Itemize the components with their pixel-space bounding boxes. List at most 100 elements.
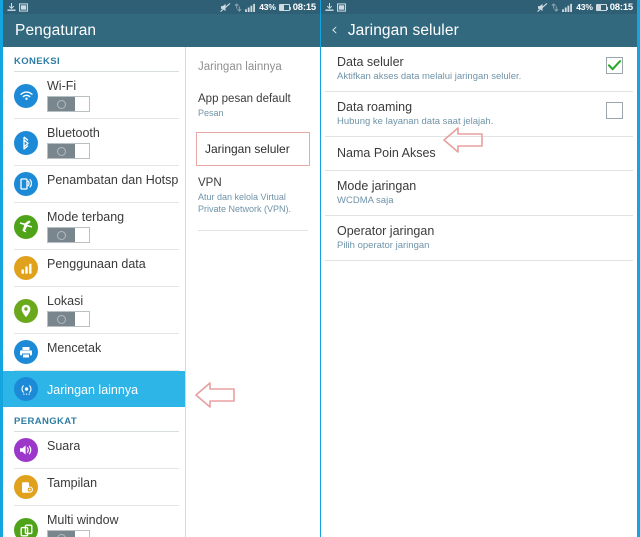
status-bar-left: 43% 08:15 bbox=[3, 0, 320, 14]
status-bar-left-icons bbox=[325, 2, 346, 12]
sidebar-item-sound[interactable]: Suara bbox=[14, 432, 179, 469]
row-title: Data seluler bbox=[337, 55, 404, 69]
detail-row-title: VPN bbox=[198, 177, 222, 189]
battery-percent-label: 43% bbox=[259, 2, 276, 12]
sidebar-item-multi-window[interactable]: Multi window bbox=[14, 506, 179, 537]
detail-divider bbox=[198, 230, 308, 231]
tethering-hotspot-icon bbox=[14, 172, 38, 196]
detail-row-subtitle: Pesan bbox=[198, 108, 224, 118]
row-data-seluler[interactable]: Data seluler Aktifkan akses data melalui… bbox=[325, 47, 633, 92]
screenshot-icon bbox=[337, 2, 346, 12]
bluetooth-toggle[interactable] bbox=[47, 143, 90, 159]
red-arrow-left-annotation bbox=[195, 382, 235, 408]
sidebar-item-printing[interactable]: Mencetak bbox=[14, 334, 179, 371]
toggle-knob bbox=[48, 531, 75, 537]
sidebar-item-data-usage[interactable]: Penggunaan data bbox=[14, 250, 179, 287]
app-bar-settings: Pengaturan bbox=[3, 14, 320, 47]
row-title: Nama Poin Akses bbox=[337, 146, 436, 160]
settings-body: KONEKSI Wi-Fi Bluetooth Penambatan dan H… bbox=[3, 47, 320, 537]
sync-icon bbox=[551, 2, 559, 12]
sidebar-item-tethering[interactable]: Penambatan dan Hotsp.. bbox=[14, 166, 179, 203]
airplane-mode-toggle[interactable] bbox=[47, 227, 90, 243]
sound-icon bbox=[14, 438, 38, 462]
wifi-icon bbox=[14, 84, 38, 108]
sidebar-item-label: Wi-Fi bbox=[47, 79, 77, 93]
back-chevron-icon[interactable]: ‹ bbox=[331, 22, 338, 39]
detail-row-app-pesan-default[interactable]: App pesan default Pesan bbox=[196, 82, 310, 128]
sidebar-item-jaringan-lainnya[interactable]: Jaringan lainnya bbox=[3, 371, 185, 407]
sidebar-item-display[interactable]: Tampilan bbox=[14, 469, 179, 506]
battery-percent-label: 43% bbox=[576, 2, 593, 12]
data-roaming-checkbox[interactable] bbox=[606, 102, 623, 119]
toggle-knob bbox=[48, 97, 75, 111]
wifi-toggle[interactable] bbox=[47, 96, 90, 112]
mute-icon bbox=[220, 2, 231, 12]
status-bar-right-icons: 43% 08:15 bbox=[537, 0, 633, 14]
display-icon bbox=[14, 475, 38, 499]
section-header-perangkat: PERANGKAT bbox=[14, 407, 179, 432]
row-subtitle: Aktifkan akses data melalui jaringan sel… bbox=[337, 71, 522, 82]
multi-window-icon bbox=[14, 518, 38, 537]
sidebar-item-wifi[interactable]: Wi-Fi bbox=[14, 72, 179, 119]
mute-icon bbox=[537, 2, 548, 12]
location-pin-icon bbox=[14, 299, 38, 323]
detail-row-subtitle: Atur dan kelola Virtual Private Network … bbox=[198, 192, 292, 214]
sidebar-item-label: Multi window bbox=[47, 513, 119, 527]
row-mode-jaringan[interactable]: Mode jaringan WCDMA saja bbox=[325, 171, 633, 216]
row-operator-jaringan[interactable]: Operator jaringan Pilih operator jaringa… bbox=[325, 216, 633, 261]
more-networks-icon bbox=[14, 377, 38, 401]
sidebar-item-label: Mencetak bbox=[47, 341, 102, 355]
toggle-knob bbox=[48, 312, 75, 326]
sidebar-item-label: Lokasi bbox=[47, 294, 84, 308]
row-text: Operator jaringan Pilih operator jaringa… bbox=[337, 224, 623, 252]
other-networks-detail-pane: Jaringan lainnya App pesan default Pesan… bbox=[185, 47, 320, 537]
download-icon bbox=[7, 2, 16, 11]
row-text: Data seluler Aktifkan akses data melalui… bbox=[337, 55, 606, 83]
row-subtitle: Hubung ke layanan data saat jelajah. bbox=[337, 116, 494, 127]
signal-icon bbox=[245, 3, 256, 12]
sidebar-item-location[interactable]: Lokasi bbox=[14, 287, 179, 334]
toggle-knob bbox=[48, 144, 75, 158]
row-text: Data roaming Hubung ke layanan data saat… bbox=[337, 100, 606, 128]
status-bar-right-icons: 43% 08:15 bbox=[220, 0, 316, 14]
printer-icon bbox=[14, 340, 38, 364]
row-text: Mode jaringan WCDMA saja bbox=[337, 179, 623, 207]
clock-label: 08:15 bbox=[609, 1, 634, 13]
row-nama-poin-akses[interactable]: Nama Poin Akses bbox=[325, 137, 633, 171]
row-subtitle: Pilih operator jaringan bbox=[337, 240, 430, 251]
detail-row-jaringan-seluler[interactable]: Jaringan seluler bbox=[196, 132, 310, 166]
sidebar-item-label: Penambatan dan Hotsp.. bbox=[47, 173, 179, 187]
settings-sidebar[interactable]: KONEKSI Wi-Fi Bluetooth Penambatan dan H… bbox=[3, 47, 185, 537]
sidebar-item-label: Penggunaan data bbox=[47, 257, 146, 271]
row-subtitle: WCDMA saja bbox=[337, 195, 394, 206]
toggle-knob bbox=[48, 228, 75, 242]
location-toggle[interactable] bbox=[47, 311, 90, 327]
row-data-roaming[interactable]: Data roaming Hubung ke layanan data saat… bbox=[325, 92, 633, 137]
row-title: Data roaming bbox=[337, 100, 413, 114]
detail-row-title: Jaringan lainnya bbox=[198, 61, 282, 73]
section-header-koneksi: KONEKSI bbox=[14, 47, 179, 72]
sidebar-item-bluetooth[interactable]: Bluetooth bbox=[14, 119, 179, 166]
download-icon bbox=[325, 2, 334, 11]
battery-icon bbox=[595, 3, 609, 11]
battery-icon bbox=[278, 3, 292, 11]
data-seluler-checkbox[interactable] bbox=[606, 57, 623, 74]
app-bar-mobile-networks: ‹ Jaringan seluler bbox=[321, 14, 637, 47]
left-phone-screen: 43% 08:15 Pengaturan KONEKSI Wi-Fi Bluet… bbox=[0, 0, 320, 537]
airplane-icon bbox=[14, 215, 38, 239]
detail-row-jaringan-lainnya: Jaringan lainnya bbox=[196, 47, 310, 82]
sidebar-item-label: Suara bbox=[47, 439, 81, 453]
sidebar-item-label: Bluetooth bbox=[47, 126, 100, 140]
sync-icon bbox=[234, 2, 242, 12]
status-bar-right: 43% 08:15 bbox=[321, 0, 637, 14]
bluetooth-icon bbox=[14, 131, 38, 155]
mobile-networks-list: Data seluler Aktifkan akses data melalui… bbox=[321, 47, 637, 537]
signal-icon bbox=[562, 3, 573, 12]
sidebar-item-airplane-mode[interactable]: Mode terbang bbox=[14, 203, 179, 250]
detail-row-vpn[interactable]: VPN Atur dan kelola Virtual Private Netw… bbox=[196, 166, 310, 224]
sidebar-item-label: Mode terbang bbox=[47, 210, 125, 224]
sidebar-item-label: Tampilan bbox=[47, 476, 98, 490]
multi-window-toggle[interactable] bbox=[47, 530, 90, 537]
detail-row-title: App pesan default bbox=[198, 93, 291, 105]
sidebar-item-label: Jaringan lainnya bbox=[47, 382, 139, 397]
